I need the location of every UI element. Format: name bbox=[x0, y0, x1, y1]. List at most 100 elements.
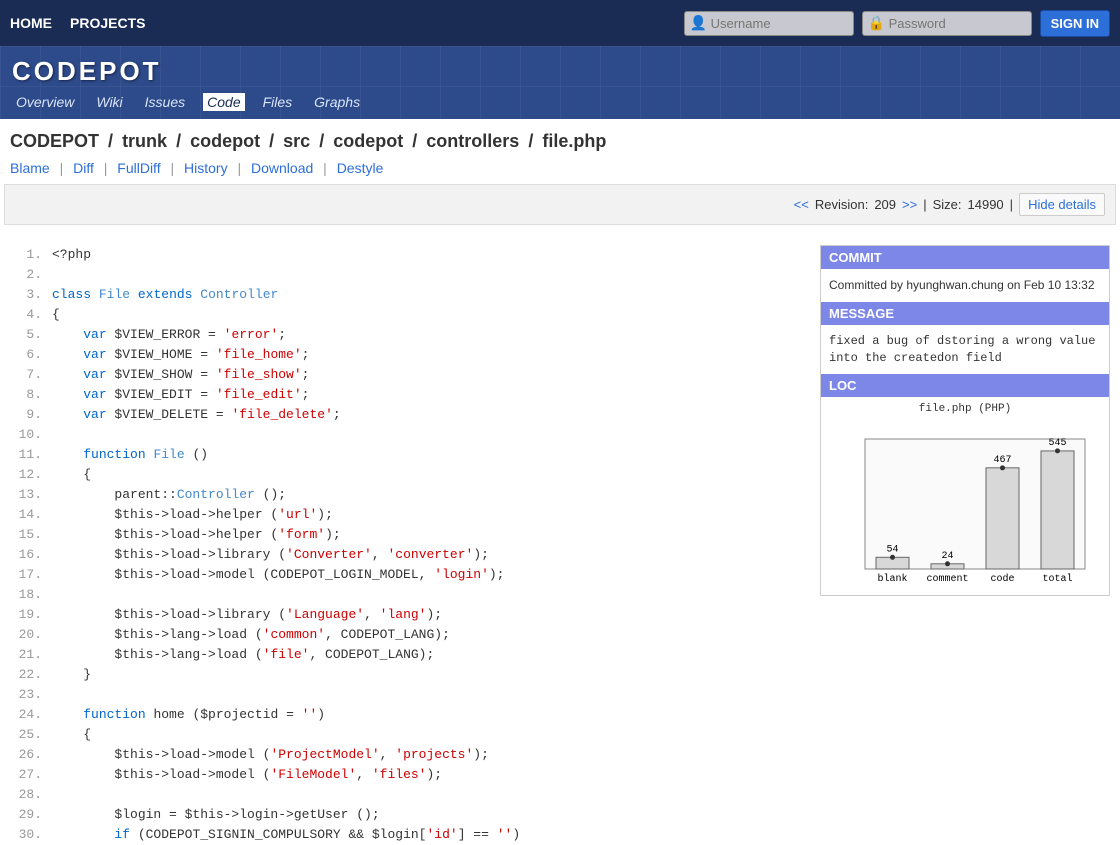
commit-panel: COMMIT Committed by hyunghwan.chung on F… bbox=[820, 245, 1110, 596]
main: 1<?php23class File extends Controller 4{… bbox=[0, 225, 1120, 845]
breadcrumb-p4[interactable]: codepot bbox=[333, 131, 403, 151]
tab-graphs[interactable]: Graphs bbox=[310, 93, 364, 111]
code-line: 15 $this->load->helper ('form'); bbox=[10, 525, 800, 545]
line-number: 21 bbox=[10, 645, 52, 665]
code-line: 12 { bbox=[10, 465, 800, 485]
code-content: function File () bbox=[52, 445, 800, 465]
info-sep: | bbox=[923, 197, 926, 212]
line-number: 19 bbox=[10, 605, 52, 625]
tab-code[interactable]: Code bbox=[203, 93, 244, 111]
code-content bbox=[52, 585, 800, 605]
action-diff[interactable]: Diff bbox=[73, 160, 94, 176]
code-line: 21 $this->lang->load ('file', CODEPOT_LA… bbox=[10, 645, 800, 665]
line-number: 30 bbox=[10, 825, 52, 845]
code-line: 27 $this->load->model ('FileModel', 'fil… bbox=[10, 765, 800, 785]
code-content bbox=[52, 265, 800, 285]
nav-projects[interactable]: PROJECTS bbox=[70, 15, 145, 31]
line-number: 18 bbox=[10, 585, 52, 605]
action-destyle[interactable]: Destyle bbox=[337, 160, 384, 176]
code-line: 7 var $VIEW_SHOW = 'file_show'; bbox=[10, 365, 800, 385]
code-line: 25 { bbox=[10, 725, 800, 745]
action-fulldiff[interactable]: FullDiff bbox=[117, 160, 160, 176]
line-number: 15 bbox=[10, 525, 52, 545]
banner-title: CODEPOT bbox=[12, 56, 1108, 87]
password-wrap: 🔒 bbox=[862, 11, 1032, 36]
line-number: 7 bbox=[10, 365, 52, 385]
code-line: 9 var $VIEW_DELETE = 'file_delete'; bbox=[10, 405, 800, 425]
breadcrumb-p2[interactable]: codepot bbox=[190, 131, 260, 151]
nav-home[interactable]: HOME bbox=[10, 15, 52, 31]
code-line: 6 var $VIEW_HOME = 'file_home'; bbox=[10, 345, 800, 365]
code-line: 26 $this->load->model ('ProjectModel', '… bbox=[10, 745, 800, 765]
code-content: parent::Controller (); bbox=[52, 485, 800, 505]
username-input[interactable] bbox=[684, 11, 854, 36]
breadcrumb-p1[interactable]: trunk bbox=[122, 131, 167, 151]
code-line: 28 bbox=[10, 785, 800, 805]
svg-text:54: 54 bbox=[886, 545, 898, 556]
topbar: HOME PROJECTS 👤 🔒 SIGN IN bbox=[0, 0, 1120, 46]
tab-overview[interactable]: Overview bbox=[12, 93, 78, 111]
code-content: $this->load->helper ('form'); bbox=[52, 525, 800, 545]
line-number: 9 bbox=[10, 405, 52, 425]
line-number: 22 bbox=[10, 665, 52, 685]
tab-wiki[interactable]: Wiki bbox=[92, 93, 126, 111]
action-sep: | bbox=[323, 160, 327, 176]
code-line: 2 bbox=[10, 265, 800, 285]
action-download[interactable]: Download bbox=[251, 160, 313, 176]
tab-issues[interactable]: Issues bbox=[141, 93, 189, 111]
breadcrumb-sep: / bbox=[319, 131, 324, 151]
svg-text:code: code bbox=[990, 573, 1014, 585]
password-input[interactable] bbox=[862, 11, 1032, 36]
code-line: 4{ bbox=[10, 305, 800, 325]
code-line: 13 parent::Controller (); bbox=[10, 485, 800, 505]
action-sep: | bbox=[170, 160, 174, 176]
code-area: 1<?php23class File extends Controller 4{… bbox=[10, 245, 800, 845]
code-line: 22 } bbox=[10, 665, 800, 685]
hide-details-button[interactable]: Hide details bbox=[1019, 193, 1105, 216]
breadcrumb-p3[interactable]: src bbox=[283, 131, 310, 151]
line-number: 4 bbox=[10, 305, 52, 325]
actionbar: Blame | Diff | FullDiff | History | Down… bbox=[0, 160, 1120, 184]
breadcrumb-root[interactable]: CODEPOT bbox=[10, 131, 99, 151]
action-blame[interactable]: Blame bbox=[10, 160, 50, 176]
code-content: { bbox=[52, 305, 800, 325]
breadcrumb-p6[interactable]: file.php bbox=[542, 131, 606, 151]
topbar-right: 👤 🔒 SIGN IN bbox=[684, 10, 1110, 37]
line-number: 1 bbox=[10, 245, 52, 265]
svg-text:blank: blank bbox=[877, 573, 907, 585]
code-content: var $VIEW_DELETE = 'file_delete'; bbox=[52, 405, 800, 425]
line-number: 23 bbox=[10, 685, 52, 705]
code-line: 17 $this->load->model (CODEPOT_LOGIN_MOD… bbox=[10, 565, 800, 585]
code-content: $this->load->library ('Converter', 'conv… bbox=[52, 545, 800, 565]
breadcrumb-p5[interactable]: controllers bbox=[426, 131, 519, 151]
line-number: 28 bbox=[10, 785, 52, 805]
user-icon: 👤 bbox=[690, 15, 707, 32]
breadcrumb-sep: / bbox=[528, 131, 533, 151]
signin-button[interactable]: SIGN IN bbox=[1040, 10, 1110, 37]
code-line: 16 $this->load->library ('Converter', 'c… bbox=[10, 545, 800, 565]
action-history[interactable]: History bbox=[184, 160, 228, 176]
code-line: 10 bbox=[10, 425, 800, 445]
rev-prev[interactable]: << bbox=[794, 197, 809, 212]
line-number: 16 bbox=[10, 545, 52, 565]
message-body: fixed a bug of dstoring a wrong value in… bbox=[821, 325, 1109, 375]
code-content: $this->load->helper ('url'); bbox=[52, 505, 800, 525]
line-number: 13 bbox=[10, 485, 52, 505]
loc-header: LOC bbox=[821, 374, 1109, 397]
code-content: class File extends Controller bbox=[52, 285, 800, 305]
breadcrumb-sep: / bbox=[108, 131, 113, 151]
breadcrumb-sep: / bbox=[412, 131, 417, 151]
code-content: { bbox=[52, 725, 800, 745]
action-sep: | bbox=[237, 160, 241, 176]
line-number: 6 bbox=[10, 345, 52, 365]
line-number: 25 bbox=[10, 725, 52, 745]
rev-next[interactable]: >> bbox=[902, 197, 917, 212]
line-number: 11 bbox=[10, 445, 52, 465]
line-number: 14 bbox=[10, 505, 52, 525]
code-line: 3class File extends Controller bbox=[10, 285, 800, 305]
code-content: <?php bbox=[52, 245, 800, 265]
tab-files[interactable]: Files bbox=[259, 93, 297, 111]
code-content: $this->load->model (CODEPOT_LOGIN_MODEL,… bbox=[52, 565, 800, 585]
svg-text:comment: comment bbox=[926, 574, 968, 585]
topbar-left: HOME PROJECTS bbox=[10, 15, 145, 31]
